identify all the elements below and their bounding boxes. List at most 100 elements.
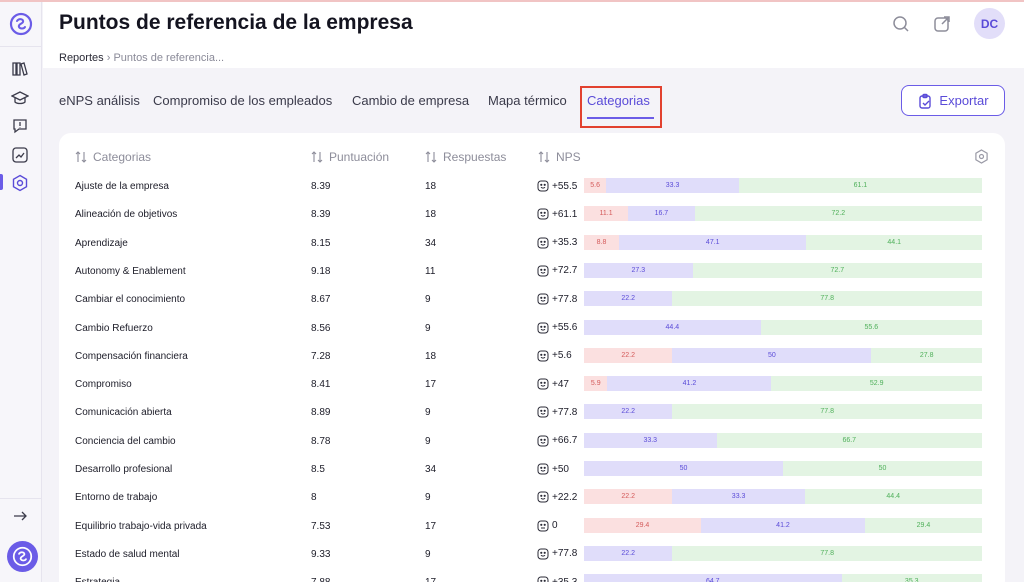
column-header-label: Puntuación xyxy=(329,150,390,164)
nps-cell: +61.1 xyxy=(537,208,577,220)
passives-segment: 33.3 xyxy=(672,489,805,505)
column-header-categorias[interactable]: Categorias xyxy=(75,150,151,164)
sidebar xyxy=(0,2,42,582)
column-header-respuestas[interactable]: Respuestas xyxy=(425,150,506,164)
responses-value: 17 xyxy=(425,520,437,532)
table-row[interactable]: Aprendizaje 8.15 34 +35.3 8.8 47.1 44.1 xyxy=(59,234,1005,257)
table-row[interactable]: Estrategia 7.88 17 +35.3 64.735.3 xyxy=(59,574,1005,582)
table-row[interactable]: Desarrollo profesional 8.5 34 +50 50 50 xyxy=(59,461,1005,483)
smile-face-icon xyxy=(537,548,549,560)
category-name: Compensación financiera xyxy=(75,350,188,362)
sidebar-divider xyxy=(0,46,42,47)
nps-value: +55.6 xyxy=(552,322,578,333)
promoters-segment: 44.1 xyxy=(806,234,982,250)
tab-mapa-termico[interactable]: Mapa térmico xyxy=(488,93,567,108)
user-logo-avatar[interactable] xyxy=(7,541,38,572)
smile-face-icon xyxy=(537,293,549,305)
export-button[interactable]: Exportar xyxy=(901,85,1005,116)
table-row[interactable]: Compromiso 8.41 17 +47 5.9 41.2 52.9 xyxy=(59,376,1005,398)
nps-value: +50 xyxy=(552,463,569,475)
feedback-icon[interactable] xyxy=(11,117,29,135)
table-row[interactable]: Autonomy & Enablement 9.18 11 +72.7 27.3 72.7 xyxy=(59,262,1005,285)
graduation-cap-icon[interactable] xyxy=(10,89,30,107)
promoters-segment: 35.3 xyxy=(841,574,982,582)
app-logo-icon[interactable] xyxy=(9,12,33,36)
nps-cell: +77.8 xyxy=(537,406,577,418)
nps-value: +61.1 xyxy=(552,208,578,220)
category-name: Entorno de trabajo xyxy=(75,492,158,504)
table-settings-icon[interactable] xyxy=(974,149,989,164)
search-icon[interactable] xyxy=(891,14,911,34)
table-row[interactable]: Conciencia del cambio 8.78 9 +66.7 33.3 66.7 xyxy=(59,432,1005,455)
promoters-segment: 72.7 xyxy=(692,262,982,278)
detractors-segment: 5.6 xyxy=(584,178,607,193)
page-title: Puntos de referencia de la empresa xyxy=(59,11,413,34)
nps-value: +77.8 xyxy=(552,406,578,418)
table-row[interactable]: Estado de salud mental 9.33 9 +77.8 22.2 77.8 xyxy=(59,545,1005,568)
smile-face-icon xyxy=(537,435,549,447)
library-icon[interactable] xyxy=(11,60,29,78)
tab-enps-analisis[interactable]: eNPS análisis xyxy=(59,93,140,108)
nps-distribution-bar: 8.8 47.1 44.1 xyxy=(584,234,982,250)
responses-value: 9 xyxy=(425,322,431,334)
tab-highlight-box xyxy=(580,86,662,128)
table-row[interactable]: Compensación financiera 7.28 18 +5.6 22.2 50 2… xyxy=(59,347,1005,370)
score-value: 8.56 xyxy=(311,322,331,334)
nps-distribution-bar: 22.2 77.8 xyxy=(584,291,982,307)
expand-arrow-icon[interactable] xyxy=(11,507,29,525)
score-value: 8.15 xyxy=(311,237,331,249)
category-name: Estrategia xyxy=(75,577,120,582)
score-value: 7.28 xyxy=(311,350,331,362)
score-value: 8.67 xyxy=(311,294,331,306)
settings-hex-icon[interactable] xyxy=(11,174,29,192)
user-avatar[interactable]: DC xyxy=(974,8,1005,39)
responses-value: 34 xyxy=(425,464,437,475)
category-name: Alineación de objetivos xyxy=(75,209,178,221)
nps-cell: +35.3 xyxy=(537,576,577,582)
score-value: 8.5 xyxy=(311,464,325,475)
promoters-segment: 66.7 xyxy=(716,432,982,448)
nps-distribution-bar: 5.6 33.3 61.1 xyxy=(584,178,982,193)
smile-face-icon xyxy=(537,491,549,503)
table-row[interactable]: Ajuste de la empresa 8.39 18 +55.5 5.6 33.3 61… xyxy=(59,178,1005,200)
column-header-label: Respuestas xyxy=(443,150,507,164)
responses-value: 34 xyxy=(425,237,437,249)
table-row[interactable]: Entorno de trabajo 8 9 +22.2 22.2 33.3 44.4 xyxy=(59,489,1005,511)
nps-cell: +66.7 xyxy=(537,435,577,447)
smile-face-icon xyxy=(537,265,549,277)
table-row[interactable]: Alineación de objetivos 8.39 18 +61.1 11.1 16… xyxy=(59,206,1005,228)
analytics-icon[interactable] xyxy=(11,146,29,164)
responses-value: 18 xyxy=(425,209,437,221)
nps-value: +55.5 xyxy=(552,180,578,192)
breadcrumb-item-reportes[interactable]: Reportes xyxy=(59,52,104,64)
export-button-label: Exportar xyxy=(939,93,989,108)
smile-face-icon xyxy=(537,350,549,362)
score-value: 8 xyxy=(311,492,317,504)
table-row[interactable]: Cambio Refuerzo 8.56 9 +55.6 44.4 55.6 xyxy=(59,319,1005,342)
smile-face-icon xyxy=(537,322,549,334)
sidebar-active-indicator xyxy=(0,174,3,190)
nps-cell: +55.6 xyxy=(537,322,577,334)
sort-icon xyxy=(311,151,323,163)
passives-segment: 41.2 xyxy=(607,376,772,392)
smile-face-icon xyxy=(537,180,549,192)
nps-value: +77.8 xyxy=(552,293,578,305)
column-header-nps[interactable]: NPS xyxy=(538,150,581,164)
promoters-segment: 77.8 xyxy=(672,404,982,420)
table-row[interactable]: Comunicación abierta 8.89 9 +77.8 22.2 77.8 xyxy=(59,404,1005,426)
table-row[interactable]: Equilibrio trabajo-vida privada 7.53 17 0 29… xyxy=(59,517,1005,540)
nps-value: +35.3 xyxy=(552,577,577,582)
detractors-segment: 11.1 xyxy=(584,206,629,222)
tab-cambio-empresa[interactable]: Cambio de empresa xyxy=(352,93,469,108)
promoters-segment: 61.1 xyxy=(738,178,982,193)
column-header-puntuacion[interactable]: Puntuación xyxy=(311,150,389,164)
external-link-icon[interactable] xyxy=(932,14,952,34)
category-name: Conciencia del cambio xyxy=(75,435,176,447)
nps-cell: +77.8 xyxy=(537,548,577,560)
table-row[interactable]: Cambiar el conocimiento 8.67 9 +77.8 22.2 77.… xyxy=(59,291,1005,313)
promoters-segment: 72.2 xyxy=(694,206,982,222)
score-value: 8.89 xyxy=(311,407,331,419)
responses-value: 9 xyxy=(425,492,431,504)
tab-compromiso-empleados[interactable]: Compromiso de los empleados xyxy=(153,93,332,108)
passives-segment: 22.2 xyxy=(584,404,673,420)
